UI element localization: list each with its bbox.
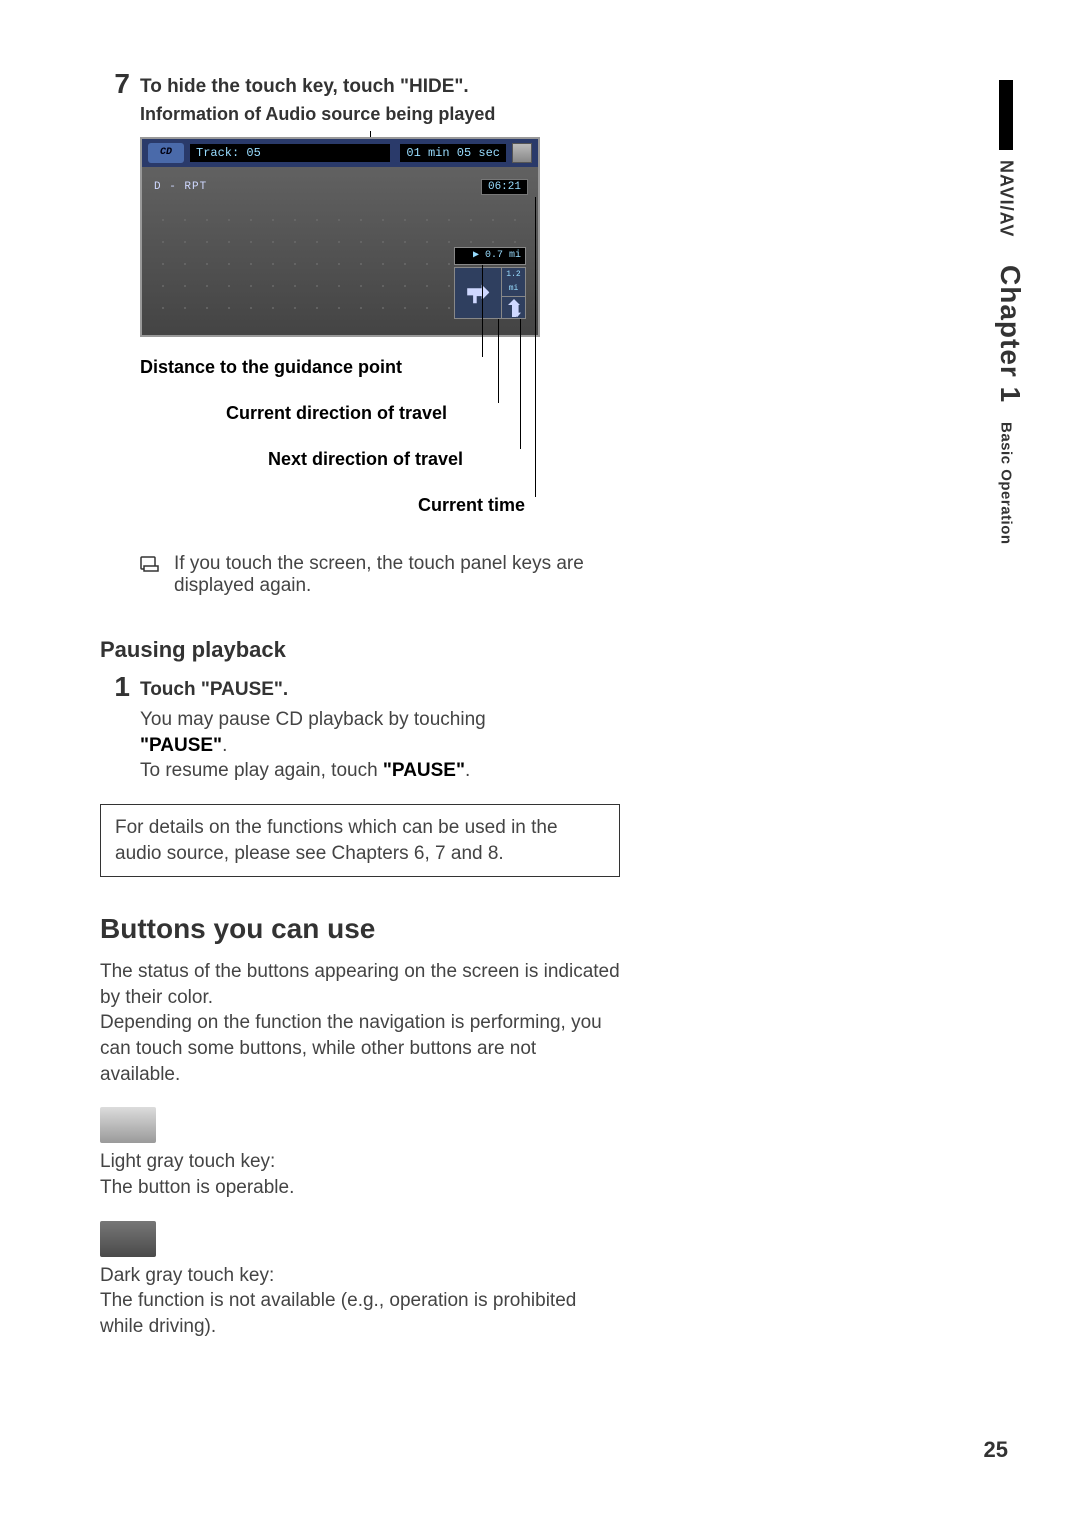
note-box: For details on the functions which can b… [100, 804, 620, 877]
leader-line [482, 265, 483, 357]
callout-distance: Distance to the guidance point [140, 357, 402, 378]
note-text: If you touch the screen, the touch panel… [174, 553, 620, 597]
step-7-title: To hide the touch key, touch "HIDE". [140, 70, 469, 98]
step-7-note: If you touch the screen, the touch panel… [140, 553, 620, 597]
current-direction-icon [455, 268, 501, 318]
scr-nav-panel: ▶ 0.7 mi 1.2 mi [454, 247, 526, 319]
side-chapter: Chapter 1 [994, 265, 1026, 403]
side-tab: NAVI/AV Chapter 1 Basic Operation [994, 80, 1018, 544]
scr-distance: ▶ 0.7 mi [454, 247, 526, 265]
light-gray-desc: The button is operable. [100, 1175, 620, 1201]
step-7-subtitle: Information of Audio source being played [140, 104, 620, 125]
next-direction-icon [502, 297, 525, 318]
buttons-intro: The status of the buttons appearing on t… [100, 959, 620, 1087]
step-7-row: 7 To hide the touch key, touch "HIDE". [100, 70, 620, 98]
leader-line [498, 319, 499, 403]
pausing-line1c: . [222, 735, 227, 756]
scr-clock: 06:21 [481, 179, 528, 195]
light-gray-label: Light gray touch key: [100, 1149, 620, 1175]
scr-mode: D - RPT [154, 181, 207, 193]
step-1-number: 1 [100, 673, 130, 701]
step-1-row: 1 Touch "PAUSE". [100, 673, 620, 701]
step-7-number: 7 [100, 70, 130, 98]
pausing-line2a: To resume play again, touch [140, 760, 383, 781]
side-naviav: NAVI/AV [996, 160, 1017, 237]
scr-cd-icon: CD [148, 143, 184, 163]
leader-line [535, 197, 536, 497]
heading-pausing: Pausing playback [100, 637, 620, 663]
scr-elapsed: 01 min 05 sec [400, 144, 506, 162]
pausing-line2b: "PAUSE" [383, 760, 465, 781]
heading-buttons: Buttons you can use [100, 913, 620, 945]
dark-gray-desc: The function is not available (e.g., ope… [100, 1288, 620, 1339]
pausing-line1b: "PAUSE" [140, 735, 222, 756]
side-section: Basic Operation [998, 422, 1015, 545]
pausing-line2c: . [465, 760, 470, 781]
scr-next-distance: 1.2 mi [502, 268, 525, 297]
scr-track-label: Track: 05 [190, 144, 390, 162]
step-1-title: Touch "PAUSE". [140, 673, 288, 701]
device-screenshot: CD Track: 05 01 min 05 sec D - RPT 06:21… [140, 137, 540, 337]
dark-gray-label: Dark gray touch key: [100, 1263, 620, 1289]
page-number: 25 [984, 1437, 1008, 1463]
pausing-line1a: You may pause CD playback by touching [140, 709, 486, 730]
note-bullet-icon [140, 556, 164, 572]
callout-next-direction: Next direction of travel [268, 449, 463, 470]
callout-current-time: Current time [418, 495, 525, 516]
scr-arrows: 1.2 mi [454, 267, 526, 319]
callout-current-direction: Current direction of travel [226, 403, 447, 424]
pausing-body: You may pause CD playback by touching "P… [140, 707, 620, 784]
screenshot-block: CD Track: 05 01 min 05 sec D - RPT 06:21… [140, 137, 580, 537]
side-tab-marker [999, 80, 1013, 150]
light-gray-swatch [100, 1107, 156, 1143]
scr-topbar: CD Track: 05 01 min 05 sec [142, 139, 538, 167]
leader-line [520, 319, 521, 449]
scr-scroll-handle [512, 143, 532, 163]
dark-gray-swatch [100, 1221, 156, 1257]
